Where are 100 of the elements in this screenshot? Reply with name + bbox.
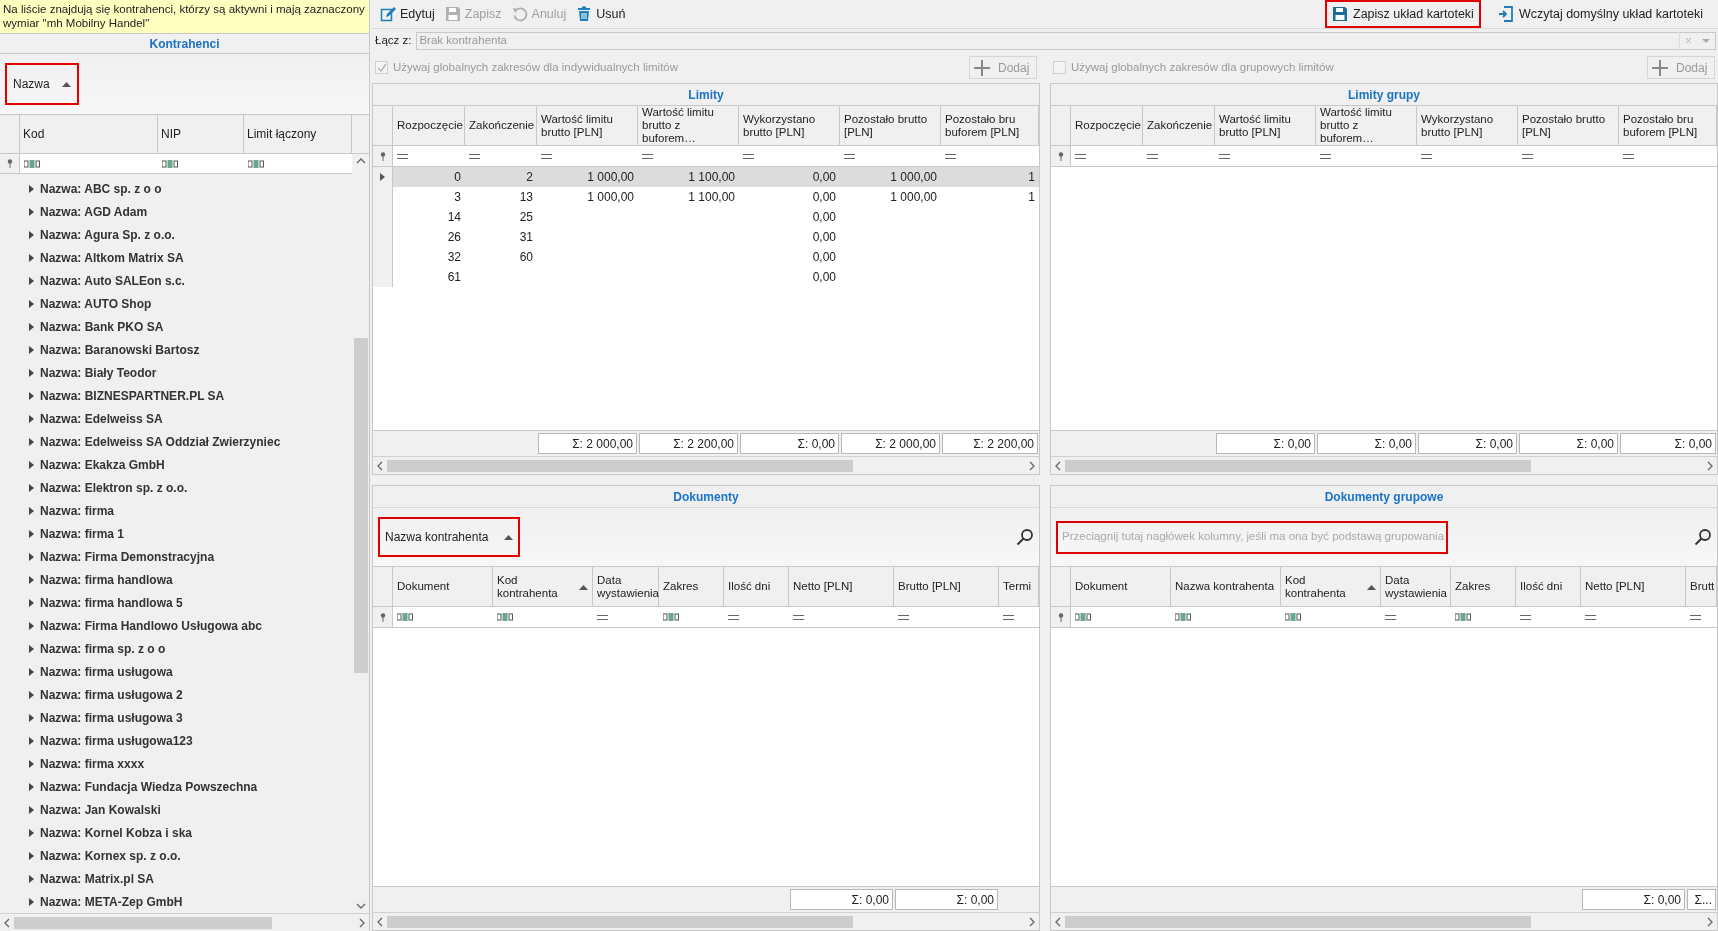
column-header[interactable]: Netto [PLN]: [789, 567, 894, 606]
table-cell-text: 3: [454, 189, 461, 206]
group-row[interactable]: Nazwa: AGD Adam: [40, 202, 148, 221]
group-row[interactable]: Nazwa: Bank PKO SA: [40, 317, 164, 336]
column-header[interactable]: Wykorzystano brutto [PLN]: [739, 106, 840, 145]
group-row[interactable]: Nazwa: firma usługowa 2: [40, 685, 183, 704]
toolbar-button[interactable]: Usuń: [576, 4, 626, 24]
column-header[interactable]: Wartość limitu brutto z buforem…: [638, 106, 739, 145]
group-row[interactable]: Nazwa: firma 1: [40, 524, 125, 543]
table-cell-text: 0,00: [812, 209, 836, 226]
group-row[interactable]: Nazwa: Edelweiss SA Oddział Zwierzyniec: [40, 432, 281, 451]
table-cell-text: 0,00: [812, 269, 836, 286]
column-header[interactable]: Zakończenie: [465, 106, 537, 145]
column-header[interactable]: Pozostało bru buforem [PLN]: [941, 106, 1039, 145]
column-header[interactable]: Ilość dni: [1516, 567, 1581, 606]
toolbar-button[interactable]: Zapisz układ kartoteki: [1325, 0, 1481, 28]
group-row[interactable]: Nazwa: Agura Sp. z o.o.: [40, 225, 175, 244]
table-cell-text: 0: [454, 169, 461, 186]
group-row[interactable]: Nazwa: firma usługowa123: [40, 731, 193, 750]
column-header[interactable]: Wartość limitu brutto [PLN]: [537, 106, 638, 145]
group-row[interactable]: Nazwa: firma usługowa 3: [40, 708, 183, 727]
group-row[interactable]: Nazwa: firma sp. z o o: [40, 639, 166, 658]
column-header[interactable]: Data wystawienia: [1381, 567, 1451, 606]
table-cell-text: 25: [519, 209, 533, 226]
table-cell-text: 61: [447, 269, 461, 286]
toolbar-button[interactable]: Edytuj: [380, 4, 435, 24]
column-header[interactable]: Pozostało bru buforem [PLN]: [1619, 106, 1717, 145]
table-cell-text: 1 000,00: [587, 169, 634, 186]
group-by-chip[interactable]: Nazwa: [5, 63, 79, 105]
group-row[interactable]: Nazwa: Fundacja Wiedza Powszechna: [40, 777, 258, 796]
group-row[interactable]: Nazwa: Elektron sp. z o.o.: [40, 478, 188, 497]
column-header[interactable]: Dokument: [393, 567, 493, 606]
info-notice: Na liście znajdują się kontrahenci, którzy są aktywni i mają zaznaczony wymiar "mh Mobilny Handel": [0, 0, 369, 33]
column-header[interactable]: Brutt: [1686, 567, 1717, 606]
group-row[interactable]: Nazwa: firma handlowa: [40, 570, 173, 589]
column-header[interactable]: Data wystawienia: [593, 567, 659, 606]
column-header[interactable]: Nazwa kontrahenta: [1171, 567, 1281, 606]
group-row[interactable]: Nazwa: firma xxxx: [40, 754, 145, 773]
column-header[interactable]: Pozostało brutto [PLN]: [840, 106, 941, 145]
summary-cell: Σ...: [1687, 889, 1716, 910]
group-row[interactable]: Nazwa: Auto SALEon s.c.: [40, 271, 185, 290]
column-header[interactable]: Rozpoczęcie: [1071, 106, 1143, 145]
column-header[interactable]: Pozostało brutto [PLN]: [1518, 106, 1619, 145]
column-header[interactable]: Wykorzystano brutto [PLN]: [1417, 106, 1518, 145]
group-row[interactable]: Nazwa: META-Zep GmbH: [40, 892, 183, 911]
column-header[interactable]: Dokument: [1071, 567, 1171, 606]
table-cell-text: 0,00: [812, 189, 836, 206]
group-row[interactable]: Nazwa: BIZNESPARTNER.PL SA: [40, 386, 225, 405]
summary-cell: Σ: 2 200,00: [639, 433, 738, 454]
group-by-chip[interactable]: Nazwa kontrahenta: [378, 517, 521, 557]
column-header[interactable]: Zakres: [659, 567, 724, 606]
column-header[interactable]: Wartość limitu brutto [PLN]: [1215, 106, 1316, 145]
column-header[interactable]: Kod: [20, 115, 158, 153]
group-row[interactable]: Nazwa: Ekakza GmbH: [40, 455, 165, 474]
table-row[interactable]: 0 2 1 000,00 1 100,00 0,00 1 000,00 1: [373, 167, 1039, 187]
summary-cell: Σ: 0,00: [895, 889, 998, 910]
group-row[interactable]: Nazwa: Altkom Matrix SA: [40, 248, 184, 267]
group-row[interactable]: Nazwa: Kornex sp. z o.o.: [40, 846, 181, 865]
group-row[interactable]: Nazwa: Jan Kowalski: [40, 800, 161, 819]
summary-cell: Σ: 0,00: [740, 433, 839, 454]
column-header[interactable]: Ilość dni: [724, 567, 789, 606]
group-row[interactable]: Nazwa: Matrix.pl SA: [40, 869, 155, 888]
summary-cell: Σ: 0,00: [1418, 433, 1517, 454]
panel-title: Limity grupy: [1347, 86, 1421, 104]
toolbar-button[interactable]: Wczytaj domyślny układ kartoteki: [1490, 0, 1710, 28]
group-row[interactable]: Nazwa: Biały Teodor: [40, 363, 157, 382]
summary-cell: Σ: 0,00: [790, 889, 893, 910]
group-row[interactable]: Nazwa: Firma Demonstracyjna: [40, 547, 215, 566]
column-header[interactable]: Termi: [999, 567, 1039, 606]
group-row[interactable]: Nazwa: Edelweiss SA: [40, 409, 163, 428]
column-header[interactable]: Brutto [PLN]: [894, 567, 999, 606]
group-row[interactable]: Nazwa: AUTO Shop: [40, 294, 152, 313]
column-header[interactable]: NIP: [158, 115, 244, 153]
column-header[interactable]: Limit łączony: [244, 115, 352, 153]
checkbox-label: Używaj globalnych zakresów dla indywidualnych limitów: [393, 59, 679, 75]
checkbox-label: Używaj globalnych zakresów dla grupowych limitów: [1071, 59, 1334, 75]
group-row[interactable]: Nazwa: firma usługowa: [40, 662, 173, 681]
summary-cell: Σ: 0,00: [1519, 433, 1618, 454]
column-header[interactable]: Wartość limitu brutto z buforem…: [1316, 106, 1417, 145]
panel-title: Kontrahenci: [0, 33, 369, 54]
column-header[interactable]: Kod kontrahenta: [493, 567, 593, 606]
table-cell-text: 2: [526, 169, 533, 186]
column-header[interactable]: Rozpoczęcie: [393, 106, 465, 145]
summary-cell: Σ: 0,00: [1620, 433, 1716, 454]
table-cell-text: 1 000,00: [890, 189, 937, 206]
table-cell-text: 1 100,00: [688, 169, 735, 186]
group-row[interactable]: Nazwa: Baranowski Bartosz: [40, 340, 200, 359]
group-row[interactable]: Nazwa: firma: [40, 501, 115, 520]
column-header[interactable]: Zakres: [1451, 567, 1516, 606]
column-header[interactable]: Kod kontrahenta: [1281, 567, 1381, 606]
panel-title: Dokumenty: [672, 488, 740, 506]
group-row[interactable]: Nazwa: ABC sp. z o o: [40, 179, 162, 198]
group-row[interactable]: Nazwa: Kornel Kobza i ska: [40, 823, 193, 842]
group-row[interactable]: Nazwa: firma handlowa 5: [40, 593, 183, 612]
summary-cell: Σ: 2 000,00: [841, 433, 940, 454]
table-cell-text: 1 100,00: [688, 189, 735, 206]
column-header[interactable]: Zakończenie: [1143, 106, 1215, 145]
group-row[interactable]: Nazwa: Firma Handlowo Usługowa abc: [40, 616, 263, 635]
column-header[interactable]: Netto [PLN]: [1581, 567, 1686, 606]
table-cell-text: 1: [1028, 189, 1035, 206]
